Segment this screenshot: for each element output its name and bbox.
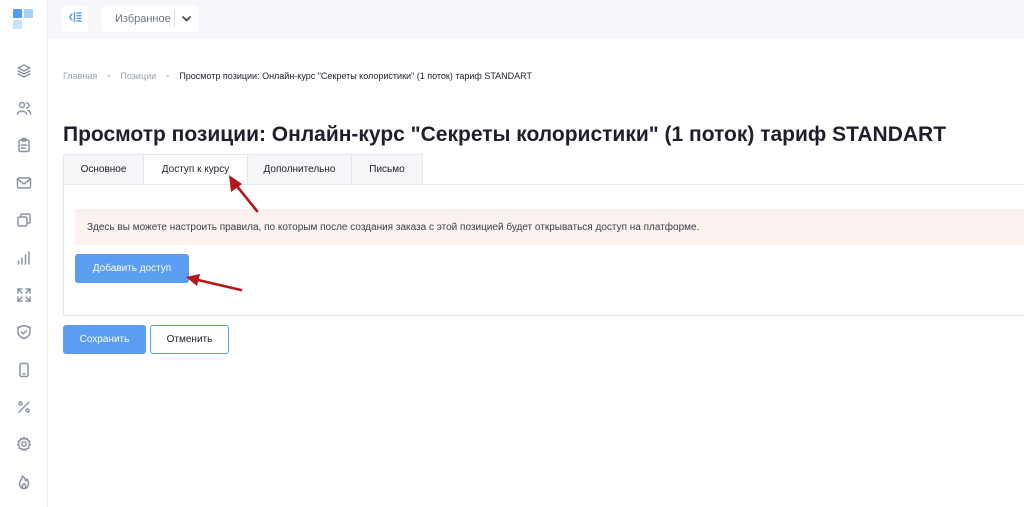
- info-notice: Здесь вы можете настроить правила, по ко…: [75, 209, 1024, 245]
- logo-square: [24, 9, 33, 18]
- users-icon[interactable]: [15, 99, 33, 117]
- gear-icon[interactable]: [15, 435, 33, 453]
- clipboard-icon[interactable]: [15, 136, 33, 154]
- mail-icon[interactable]: [15, 174, 33, 192]
- breadcrumb-home[interactable]: Главная: [63, 71, 97, 81]
- tab-additional[interactable]: Дополнительно: [247, 154, 351, 185]
- save-button[interactable]: Сохранить: [63, 325, 146, 354]
- tab-letter[interactable]: Письмо: [351, 154, 423, 185]
- tabs: Основное Доступ к курсу Дополнительно Пи…: [63, 154, 423, 185]
- tab-main[interactable]: Основное: [63, 154, 143, 185]
- breadcrumb-separator: •: [166, 71, 170, 81]
- breadcrumb-positions[interactable]: Позиции: [120, 71, 156, 81]
- logo-square: [24, 20, 33, 29]
- page-title: Просмотр позиции: Онлайн-курс "Секреты к…: [63, 123, 947, 146]
- sidebar: [0, 0, 48, 507]
- sidebar-collapse-button[interactable]: [62, 6, 88, 32]
- course-access-panel: Здесь вы можете настроить правила, по ко…: [63, 184, 1024, 316]
- percent-icon[interactable]: [15, 398, 33, 416]
- app-logo[interactable]: [13, 9, 35, 31]
- cancel-button[interactable]: Отменить: [150, 325, 229, 354]
- sidebar-collapse-icon: [68, 10, 82, 28]
- expand-icon[interactable]: [15, 286, 33, 304]
- breadcrumb: Главная • Позиции • Просмотр позиции: Он…: [63, 71, 532, 81]
- copy-icon[interactable]: [15, 211, 33, 229]
- logo-square: [13, 20, 22, 29]
- top-bar: Избранное: [48, 0, 1024, 38]
- breadcrumb-separator: •: [107, 71, 111, 81]
- layers-icon[interactable]: [15, 62, 33, 80]
- phone-icon[interactable]: [15, 361, 33, 379]
- breadcrumb-current: Просмотр позиции: Онлайн-курс "Секреты к…: [179, 71, 533, 81]
- bar-chart-icon[interactable]: [15, 249, 33, 267]
- shield-check-icon[interactable]: [15, 323, 33, 341]
- favorites-label: Избранное: [115, 12, 171, 25]
- tab-course-access[interactable]: Доступ к курсу: [143, 154, 247, 185]
- chevron-down-icon[interactable]: [175, 15, 198, 22]
- favorites-dropdown[interactable]: Избранное: [102, 5, 198, 32]
- flame-icon[interactable]: [15, 473, 33, 491]
- add-access-button[interactable]: Добавить доступ: [75, 254, 189, 283]
- logo-square: [13, 9, 22, 18]
